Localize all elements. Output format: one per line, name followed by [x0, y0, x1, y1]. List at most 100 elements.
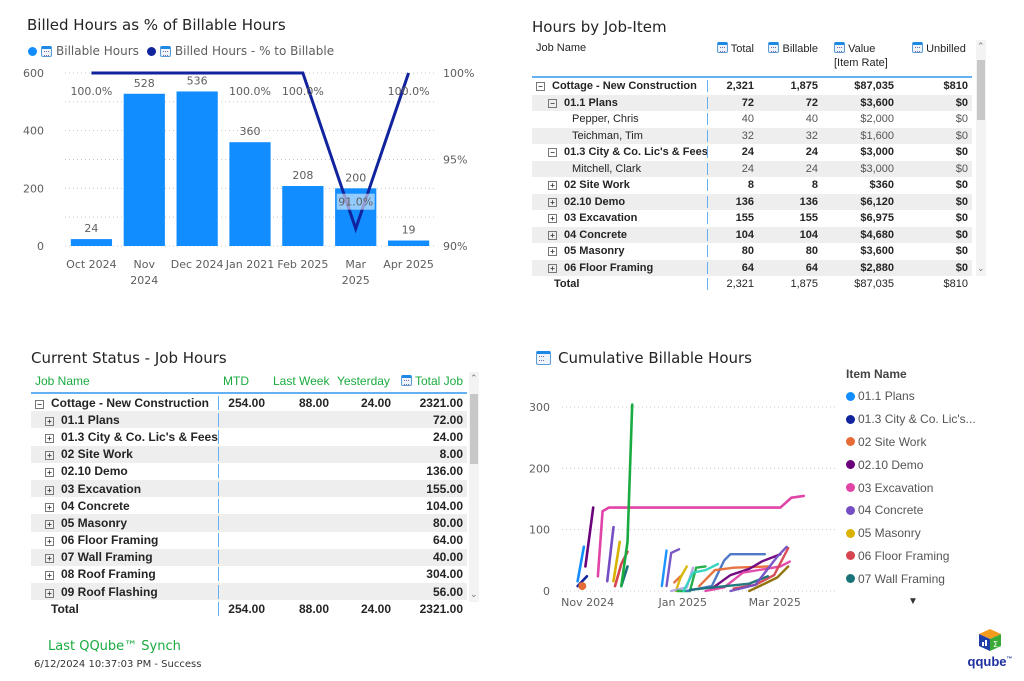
table-row[interactable]: +06 Floor Framing 64 64 $2,880 $0	[532, 259, 972, 276]
table-row[interactable]: +02.10 Demo 136.00	[31, 463, 467, 480]
column-header-mtd[interactable]: MTD	[219, 374, 269, 388]
column-header-value-subheader: [Item Rate]	[834, 57, 888, 69]
collapse-icon[interactable]: −	[548, 98, 557, 108]
legend-item[interactable]: 02 Site Work	[846, 431, 976, 454]
scroll-down-arrow-icon[interactable]: ⌄	[470, 590, 478, 600]
bar[interactable]	[70, 239, 113, 246]
table-row[interactable]: − Cottage - New Construction 2,321 1,875 $87…	[532, 78, 972, 95]
series-point[interactable]	[578, 582, 587, 591]
table-row[interactable]: +02.10 Demo 136 136 $6,120 $0	[532, 193, 972, 210]
bar[interactable]	[229, 142, 271, 246]
status-table-scrollbar[interactable]: ⌃ ⌄	[469, 372, 479, 602]
legend-item[interactable]: 05 Masonry	[846, 522, 976, 545]
bar[interactable]	[176, 91, 218, 246]
table-row[interactable]: +04 Concrete 104 104 $4,680 $0	[532, 226, 972, 243]
legend-item[interactable]: 06 Floor Framing	[846, 545, 976, 568]
expand-icon[interactable]: +	[45, 571, 54, 581]
collapse-icon[interactable]: −	[536, 82, 545, 92]
table-row[interactable]: +04 Concrete 104.00	[31, 497, 467, 514]
legend-label: 04 Concrete	[858, 503, 924, 518]
row-unbilled: $0	[955, 212, 968, 225]
legend-label-billable[interactable]: Billable Hours	[56, 44, 139, 58]
legend-item[interactable]: 04 Concrete	[846, 499, 976, 522]
scroll-down-arrow-icon[interactable]: ⌄	[977, 264, 985, 274]
table-row[interactable]: Mitchell, Clark 24 24 $3,000 $0	[532, 160, 972, 177]
table-row[interactable]: +01.3 City & Co. Lic's & Fees 24.00	[31, 428, 467, 445]
expand-icon[interactable]: +	[45, 502, 54, 512]
expand-icon[interactable]: +	[548, 247, 557, 257]
expand-icon[interactable]: +	[45, 485, 54, 495]
hours-table-scrollbar[interactable]: ⌃ ⌄	[976, 40, 986, 276]
table-row[interactable]: +03 Excavation 155 155 $6,975 $0	[532, 210, 972, 227]
table-row[interactable]: +06 Floor Framing 64.00	[31, 532, 467, 549]
column-header-last-week[interactable]: Last Week	[269, 374, 333, 388]
expand-icon[interactable]: +	[45, 554, 54, 564]
expand-icon[interactable]: +	[548, 214, 557, 224]
table-row[interactable]: +07 Wall Framing 40.00	[31, 548, 467, 566]
expand-icon[interactable]: +	[45, 433, 54, 443]
collapse-icon[interactable]: −	[548, 148, 557, 158]
legend-scroll-down-icon[interactable]: ▼	[908, 596, 976, 607]
y-tick-label: 200	[529, 462, 550, 475]
column-header-total-job[interactable]: Total Job	[395, 374, 467, 388]
legend-dot	[846, 437, 855, 447]
column-header-unbilled[interactable]: Unbilled	[898, 42, 972, 55]
legend-label-billed-pct[interactable]: Billed Hours - % to Billable	[175, 44, 334, 58]
scrollbar-thumb[interactable]	[470, 394, 478, 464]
legend-item[interactable]: 07 Wall Framing	[846, 567, 976, 590]
series-line[interactable]	[576, 545, 586, 583]
expand-icon[interactable]: +	[548, 181, 557, 191]
table-row[interactable]: +05 Masonry 80 80 $3,600 $0	[532, 243, 972, 260]
table-row[interactable]: +09 Roof Flashing 56.00	[31, 583, 467, 601]
calculator-icon	[716, 42, 728, 53]
table-row[interactable]: +02 Site Work 8.00	[31, 445, 467, 463]
row-value: $360	[869, 179, 894, 192]
column-header-job-name[interactable]: Job Name	[532, 42, 708, 54]
column-header-billable[interactable]: Billable	[758, 42, 822, 55]
expand-icon[interactable]: +	[45, 416, 54, 426]
column-header-value[interactable]: Value [Item Rate]	[822, 42, 898, 70]
table-row[interactable]: +08 Roof Framing 304.00	[31, 566, 467, 583]
expand-icon[interactable]: +	[45, 451, 54, 461]
scrollbar-thumb[interactable]	[977, 60, 985, 120]
table-row[interactable]: −01.3 City & Co. Lic's & Fees 24 24 $3,000 $…	[532, 144, 972, 161]
table-row[interactable]: − Cottage - New Construction 254.00 88.00 24…	[31, 394, 467, 411]
series-line[interactable]	[605, 525, 615, 583]
legend-item[interactable]: 01.1 Plans	[846, 385, 976, 408]
bar[interactable]	[123, 93, 165, 246]
scroll-up-arrow-icon[interactable]: ⌃	[977, 42, 985, 52]
bar[interactable]	[282, 186, 324, 246]
row-name-cell: +06 Floor Framing	[532, 261, 708, 274]
column-header-total-job-label: Total Job	[414, 374, 463, 388]
legend-item[interactable]: 02.10 Demo	[846, 453, 976, 476]
column-header-yesterday[interactable]: Yesterday	[333, 374, 395, 388]
series-line[interactable]	[584, 506, 595, 568]
table-row[interactable]: +01.1 Plans 72.00	[31, 411, 467, 429]
total-unbilled: $810	[943, 278, 968, 291]
series-line-other[interactable]	[660, 549, 668, 588]
row-billable: 80	[805, 245, 818, 258]
expand-icon[interactable]: +	[45, 468, 54, 478]
expand-icon[interactable]: +	[548, 263, 557, 273]
table-row[interactable]: +05 Masonry 80.00	[31, 514, 467, 532]
table-row[interactable]: +02 Site Work 8 8 $360 $0	[532, 177, 972, 194]
expand-icon[interactable]: +	[548, 230, 557, 240]
y2-tick-label: 100%	[443, 67, 474, 80]
column-header-total[interactable]: Total	[708, 42, 758, 55]
expand-icon[interactable]: +	[45, 588, 54, 598]
legend-item[interactable]: 01.3 City & Co. Lic's...	[846, 408, 976, 431]
row-name-cell: +04 Concrete	[532, 228, 708, 241]
scroll-up-arrow-icon[interactable]: ⌃	[470, 374, 478, 384]
expand-icon[interactable]: +	[45, 537, 54, 547]
row-name: 01.3 City & Co. Lic's & Fees	[61, 429, 218, 444]
collapse-icon[interactable]: −	[35, 399, 44, 409]
table-row[interactable]: Teichman, Tim 32 32 $1,600 $0	[532, 127, 972, 144]
expand-icon[interactable]: +	[548, 197, 557, 207]
column-header-job-name[interactable]: Job Name	[31, 374, 219, 388]
table-row[interactable]: Pepper, Chris 40 40 $2,000 $0	[532, 111, 972, 128]
table-row[interactable]: +03 Excavation 155.00	[31, 479, 467, 498]
bar[interactable]	[387, 240, 430, 246]
table-row[interactable]: −01.1 Plans 72 72 $3,600 $0	[532, 94, 972, 111]
expand-icon[interactable]: +	[45, 519, 54, 529]
legend-item[interactable]: 03 Excavation	[846, 476, 976, 499]
